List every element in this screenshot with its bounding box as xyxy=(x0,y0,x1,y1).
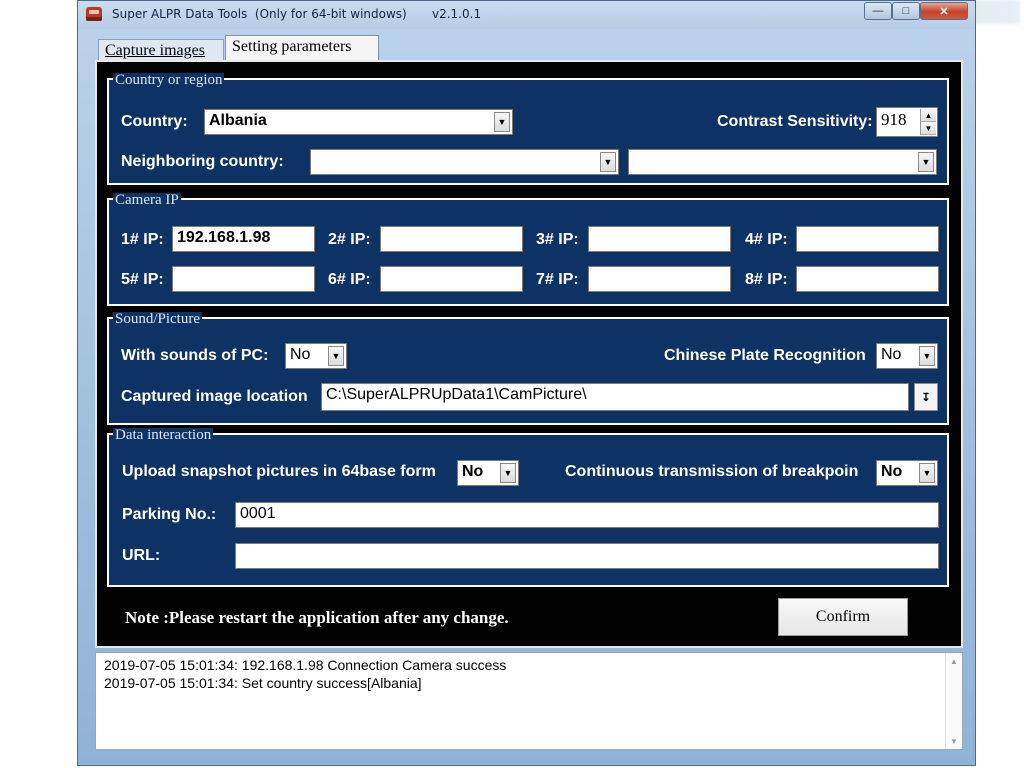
close-button[interactable]: ✕ xyxy=(920,2,968,20)
maximize-button[interactable]: □ xyxy=(892,2,920,20)
country-group: Country or region Country: Albania ▼ Con… xyxy=(107,73,949,185)
chevron-down-icon[interactable]: ▼ xyxy=(918,152,934,172)
minimize-button[interactable]: — xyxy=(864,2,892,20)
tab-capture-images[interactable]: Capture images xyxy=(98,39,224,61)
url-input[interactable] xyxy=(235,543,939,569)
camera-4-label: 4# IP: xyxy=(745,231,788,248)
maximize-icon: □ xyxy=(902,5,910,17)
minimize-icon: — xyxy=(872,5,884,17)
plate-recognition-label: Chinese Plate Recognition xyxy=(664,347,866,364)
chevron-down-icon[interactable]: ▼ xyxy=(919,346,935,366)
data-group-legend: Data interaction xyxy=(113,427,214,443)
spin-up-icon[interactable]: ▲ xyxy=(921,109,936,122)
data-interaction-group: Data interaction Upload snapshot picture… xyxy=(107,428,949,587)
chevron-down-icon[interactable]: ▼ xyxy=(919,463,935,483)
country-label: Country: xyxy=(121,113,188,130)
upload-value: No xyxy=(462,463,484,480)
spinner-arrows[interactable]: ▲ ▼ xyxy=(920,109,936,135)
title-bar: Super ALPR Data Tools (Only for 64-bit w… xyxy=(78,1,975,29)
upload-select[interactable]: No ▼ xyxy=(457,460,519,486)
continuous-transmission-select[interactable]: No ▼ xyxy=(876,460,938,486)
restart-note: Note :Please restart the application aft… xyxy=(125,608,509,627)
camera-5-label: 5# IP: xyxy=(121,271,164,288)
chevron-down-icon[interactable]: ▼ xyxy=(500,463,516,483)
app-window: Super ALPR Data Tools (Only for 64-bit w… xyxy=(77,0,976,766)
chevron-down-icon: ↧ xyxy=(921,391,931,404)
sound-group-legend: Sound/Picture xyxy=(113,311,202,327)
image-location-label: Captured image location xyxy=(121,388,308,405)
neighbor-label: Neighboring country: xyxy=(121,153,284,170)
sound-value: No xyxy=(290,346,311,363)
chevron-down-icon[interactable]: ▼ xyxy=(494,112,510,132)
sound-picture-group: Sound/Picture With sounds of PC: No ▼ Ch… xyxy=(107,312,949,425)
neighbor-select-2[interactable]: ▼ xyxy=(628,149,937,175)
plate-recognition-select[interactable]: No ▼ xyxy=(876,343,938,369)
browse-dropdown-button[interactable]: ↧ xyxy=(914,383,938,411)
camera-5-ip-input[interactable] xyxy=(172,266,315,292)
parking-input[interactable]: 0001 xyxy=(235,502,939,528)
contrast-label: Contrast Sensitivity: xyxy=(717,113,873,130)
sound-select[interactable]: No ▼ xyxy=(285,343,347,369)
camera-2-ip-input[interactable] xyxy=(380,226,523,252)
camera-8-label: 8# IP: xyxy=(745,271,788,288)
version-label: v2.1.0.1 xyxy=(432,7,482,21)
camera-4-ip-input[interactable] xyxy=(796,226,939,252)
continuous-transmission-label: Continuous transmission of breakpoin xyxy=(565,463,859,480)
upload-label: Upload snapshot pictures in 64base form xyxy=(122,463,436,480)
contrast-value: 918 xyxy=(881,110,907,129)
camera-group-legend: Camera IP xyxy=(113,192,181,208)
log-scrollbar[interactable]: ▲ ▼ xyxy=(945,653,962,749)
country-group-legend: Country or region xyxy=(113,72,225,88)
camera-1-label: 1# IP: xyxy=(121,231,164,248)
camera-6-label: 6# IP: xyxy=(328,271,371,288)
sound-label: With sounds of PC: xyxy=(121,347,269,364)
settings-panel: Country or region Country: Albania ▼ Con… xyxy=(95,60,963,648)
app-car-icon xyxy=(86,7,102,21)
camera-2-label: 2# IP: xyxy=(328,231,371,248)
image-location-input[interactable]: C:\SuperALPRUpData1\CamPicture\ xyxy=(321,383,909,411)
log-line: 2019-07-05 15:01:34: 192.168.1.98 Connec… xyxy=(104,657,507,673)
country-value: Albania xyxy=(209,112,267,129)
log-line: 2019-07-05 15:01:34: Set country success… xyxy=(104,675,422,691)
url-label: URL: xyxy=(122,547,161,564)
camera-8-ip-input[interactable] xyxy=(796,266,939,292)
camera-7-label: 7# IP: xyxy=(536,271,579,288)
chevron-down-icon[interactable]: ▼ xyxy=(600,152,616,172)
country-select[interactable]: Albania ▼ xyxy=(204,109,513,135)
window-title: Super ALPR Data Tools (Only for 64-bit w… xyxy=(112,7,407,21)
chevron-down-icon[interactable]: ▼ xyxy=(328,346,344,366)
neighbor-select-1[interactable]: ▼ xyxy=(310,149,619,175)
confirm-button[interactable]: Confirm xyxy=(778,598,908,636)
camera-6-ip-input[interactable] xyxy=(380,266,523,292)
contrast-spinner[interactable]: 918 ▲ ▼ xyxy=(876,107,938,137)
parking-label: Parking No.: xyxy=(122,506,217,523)
camera-3-label: 3# IP: xyxy=(536,231,579,248)
scroll-down-icon[interactable]: ▼ xyxy=(946,733,962,749)
log-area[interactable]: 2019-07-05 15:01:34: 192.168.1.98 Connec… xyxy=(95,652,963,750)
tab-setting-parameters[interactable]: Setting parameters xyxy=(225,35,379,61)
camera-1-ip-input[interactable]: 192.168.1.98 xyxy=(172,226,315,252)
camera-ip-group: Camera IP 1# IP: 192.168.1.98 2# IP: 3# … xyxy=(107,193,949,306)
close-icon: ✕ xyxy=(939,5,949,18)
continuous-transmission-value: No xyxy=(881,463,903,480)
spin-down-icon[interactable]: ▼ xyxy=(921,122,936,135)
camera-7-ip-input[interactable] xyxy=(588,266,731,292)
camera-3-ip-input[interactable] xyxy=(588,226,731,252)
plate-recognition-value: No xyxy=(881,346,902,363)
scroll-up-icon[interactable]: ▲ xyxy=(946,653,962,669)
